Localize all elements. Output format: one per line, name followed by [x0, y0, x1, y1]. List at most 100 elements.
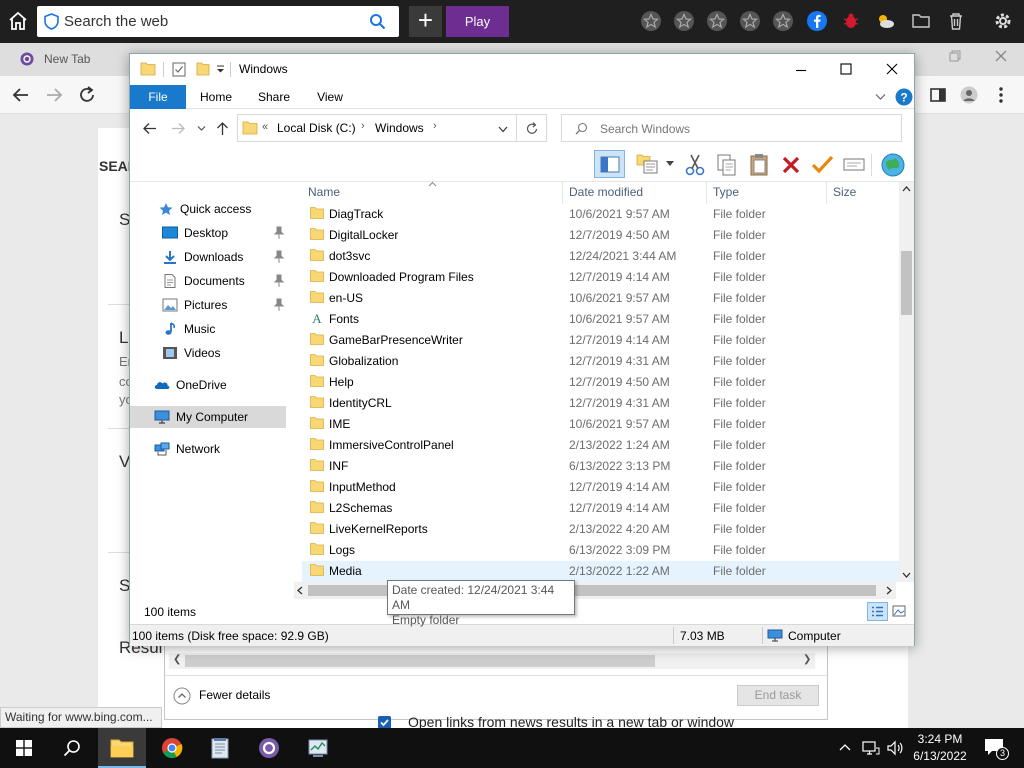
new-folder-icon[interactable] — [196, 62, 210, 76]
star-icon[interactable] — [739, 10, 761, 32]
search-windows-input[interactable]: Search Windows — [561, 114, 902, 142]
new-tab-plus-button[interactable]: + — [409, 6, 442, 37]
chevron-down-icon[interactable] — [666, 161, 674, 167]
vertical-scrollbar[interactable] — [899, 182, 914, 582]
taskbar-browser[interactable] — [245, 728, 293, 768]
network-globe-icon[interactable] — [880, 152, 906, 178]
start-button[interactable] — [0, 728, 48, 768]
file-row[interactable]: IME 10/6/2021 9:57 AM File folder — [302, 414, 900, 435]
up-arrow-icon[interactable] — [216, 121, 229, 136]
column-divider[interactable] — [706, 182, 707, 204]
forward-arrow-icon[interactable] — [171, 122, 186, 135]
checkmark-icon[interactable] — [811, 154, 834, 174]
nav-item-my-computer[interactable]: My Computer — [130, 406, 286, 428]
pin-icon[interactable] — [274, 250, 284, 264]
profile-avatar-icon[interactable] — [960, 86, 978, 104]
pin-icon[interactable] — [274, 298, 284, 312]
taskbar-notepad[interactable] — [196, 728, 244, 768]
chevron-down-icon[interactable] — [875, 93, 886, 101]
breadcrumb-separator-icon[interactable]: › — [361, 120, 365, 132]
weather-icon[interactable] — [874, 10, 896, 32]
horizontal-scrollbar[interactable]: ❮ ❯ — [169, 653, 815, 669]
paste-icon[interactable] — [749, 153, 769, 176]
pin-icon[interactable] — [274, 226, 284, 240]
close-icon[interactable] — [995, 50, 1007, 62]
nav-item-onedrive[interactable]: OneDrive — [154, 374, 288, 396]
nav-item-music[interactable]: Music — [162, 318, 288, 340]
bug-icon[interactable] — [840, 10, 862, 32]
file-row[interactable]: INF 6/13/2022 3:13 PM File folder — [302, 456, 900, 477]
restore-icon[interactable] — [949, 50, 961, 62]
delete-icon[interactable] — [781, 155, 801, 175]
tab-share[interactable]: Share — [250, 85, 298, 109]
layout-icon[interactable] — [636, 154, 658, 174]
file-row[interactable]: LiveKernelReports 2/13/2022 4:20 AM File f… — [302, 519, 900, 540]
column-divider[interactable] — [826, 182, 827, 204]
copy-icon[interactable] — [717, 154, 737, 176]
properties-icon[interactable] — [172, 62, 186, 77]
file-row[interactable]: Downloaded Program Files 12/7/2019 4:14 A… — [302, 267, 900, 288]
file-row[interactable]: Media 2/13/2022 1:22 AM File folder — [302, 561, 900, 582]
folder-icon[interactable] — [910, 10, 932, 32]
forward-arrow-icon[interactable] — [45, 86, 63, 104]
file-row[interactable]: Globalization 12/7/2019 4:31 AM File folde… — [302, 351, 900, 372]
scroll-thumb[interactable] — [901, 251, 912, 315]
sidebar-toggle-icon[interactable] — [930, 87, 946, 103]
tab-view[interactable]: View — [306, 85, 354, 109]
scroll-right-icon[interactable] — [886, 586, 893, 595]
file-row[interactable]: en-US 10/6/2021 9:57 AM File folder — [302, 288, 900, 309]
home-icon[interactable] — [6, 9, 30, 33]
back-arrow-icon[interactable] — [142, 122, 157, 135]
more-menu-icon[interactable] — [998, 86, 1004, 104]
file-row[interactable]: Help 12/7/2019 4:50 AM File folder — [302, 372, 900, 393]
minimize-icon[interactable] — [795, 64, 807, 76]
action-center-button[interactable]: 3 — [982, 734, 1010, 762]
end-task-button[interactable]: End task — [737, 685, 819, 706]
file-row[interactable]: dot3svc 12/24/2021 3:44 AM File folder — [302, 246, 900, 267]
file-row[interactable]: L2Schemas 12/7/2019 4:14 AM File folder — [302, 498, 900, 519]
breadcrumb-local-disk[interactable]: Local Disk (C:) — [277, 121, 356, 135]
column-header-type[interactable]: Type — [713, 185, 739, 199]
file-row[interactable]: ImmersiveControlPanel 2/13/2022 1:24 AM Fi… — [302, 435, 900, 456]
details-view-button[interactable] — [867, 602, 888, 621]
preview-pane-button[interactable] — [594, 150, 625, 178]
facebook-icon[interactable] — [806, 10, 828, 32]
nav-item-network[interactable]: Network — [154, 438, 288, 460]
tab-home[interactable]: Home — [192, 85, 240, 109]
taskbar-search-button[interactable] — [48, 728, 96, 768]
play-button[interactable]: Play — [446, 6, 509, 37]
nav-item-pictures[interactable]: Pictures — [162, 294, 288, 316]
file-row[interactable]: Logs 6/13/2022 3:09 PM File folder — [302, 540, 900, 561]
file-row[interactable]: IdentityCRL 12/7/2019 4:31 AM File folder — [302, 393, 900, 414]
tab-file[interactable]: File — [130, 85, 186, 109]
chevron-down-icon[interactable] — [498, 126, 508, 133]
nav-item-quick-access[interactable]: Quick access — [158, 198, 288, 220]
file-row[interactable]: DiagTrack 10/6/2021 9:57 AM File folder — [302, 204, 900, 225]
search-icon[interactable] — [369, 13, 386, 30]
back-arrow-icon[interactable] — [12, 86, 30, 104]
recent-locations-icon[interactable] — [197, 125, 206, 132]
system-clock[interactable]: 3:24 PM 6/13/2022 — [910, 731, 970, 765]
address-bar[interactable]: « Local Disk (C:) › Windows › — [237, 114, 517, 142]
nav-item-documents[interactable]: Documents — [162, 270, 288, 292]
tab-new-tab[interactable]: New Tab — [10, 45, 90, 73]
maximize-icon[interactable] — [840, 63, 852, 75]
reload-icon[interactable] — [78, 86, 96, 104]
nav-item-downloads[interactable]: Downloads — [162, 246, 288, 268]
column-header-date[interactable]: Date modified — [569, 185, 643, 199]
scroll-left-icon[interactable]: ❮ — [173, 654, 181, 665]
star-icon[interactable] — [772, 10, 794, 32]
column-header-name[interactable]: Name — [308, 185, 340, 199]
pin-icon[interactable] — [274, 274, 284, 288]
nav-item-desktop[interactable]: Desktop — [162, 222, 288, 244]
help-icon[interactable]: ? — [895, 88, 913, 106]
star-icon[interactable] — [640, 10, 662, 32]
taskbar-task-manager[interactable] — [294, 728, 342, 768]
close-icon[interactable] — [886, 63, 898, 75]
breadcrumb-overflow[interactable]: « — [262, 121, 268, 133]
file-row[interactable]: InputMethod 12/7/2019 4:14 AM File folder — [302, 477, 900, 498]
scroll-left-icon[interactable] — [296, 586, 303, 595]
scroll-up-icon[interactable] — [902, 185, 911, 192]
cut-icon[interactable] — [685, 154, 705, 176]
taskbar-file-explorer[interactable] — [98, 728, 146, 768]
